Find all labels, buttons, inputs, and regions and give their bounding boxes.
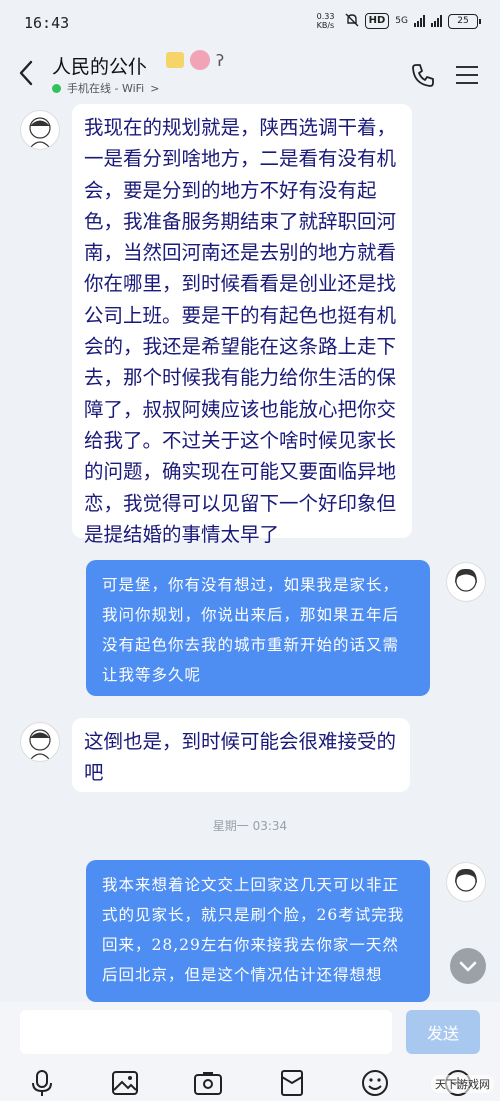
message-bubble-outgoing[interactable]: 可是堡，你有没有想过，如果我是家长，我问你规划，你说出来后，那如果五年后没有起色… — [86, 560, 430, 696]
phone-icon[interactable] — [410, 62, 436, 92]
cake-icon — [190, 50, 210, 70]
input-toolbar — [0, 1064, 500, 1101]
watermark-logo: 天下游戏网 — [431, 1075, 494, 1093]
contact-avatar[interactable] — [20, 110, 60, 150]
red-packet-icon[interactable] — [277, 1068, 307, 1098]
back-arrow-icon[interactable] — [14, 58, 38, 88]
status-time: 16:43 — [24, 14, 70, 32]
online-status[interactable]: 手机在线 - WiFi > — [52, 80, 159, 96]
hd-badge: HD — [364, 13, 390, 29]
online-status-text: 手机在线 - WiFi — [67, 82, 145, 95]
battery-icon: 25 — [448, 13, 481, 29]
chevron-down-icon — [459, 961, 477, 972]
chat-header: 人民的公仆 ʔ 手机在线 - WiFi > — [0, 44, 500, 106]
message-timestamp: 星期一 03:34 — [212, 819, 288, 833]
chevron-right-icon: > — [150, 81, 160, 95]
scroll-to-bottom-button[interactable] — [450, 948, 486, 984]
message-bubble-outgoing[interactable]: 我本来想着论文交上回家这几天可以非正式的见家长，就只是刷个脸，26考试完我回来，… — [86, 860, 430, 1002]
message-bubble-incoming[interactable]: 这倒也是，到时候可能会很难接受的吧 — [72, 718, 410, 792]
network-type: 5G — [395, 16, 408, 26]
image-icon[interactable] — [110, 1068, 140, 1098]
status-icons: 0.33 KB/s HD 5G 25 — [316, 12, 481, 30]
signal-icon — [414, 15, 425, 27]
mute-icon — [345, 13, 359, 30]
menu-icon[interactable] — [456, 66, 478, 90]
emoji-icon[interactable] — [360, 1068, 390, 1098]
network-speed: 0.33 KB/s — [316, 12, 335, 30]
send-button[interactable]: 发送 — [406, 1010, 480, 1054]
ear-icon: ʔ — [216, 50, 225, 70]
crown-icon — [166, 52, 184, 68]
camera-icon[interactable] — [193, 1068, 223, 1098]
my-avatar[interactable] — [446, 562, 486, 602]
signal-icon-2 — [431, 15, 442, 27]
message-input[interactable] — [20, 1010, 392, 1054]
my-avatar[interactable] — [446, 862, 486, 902]
title-decorations: ʔ — [166, 50, 224, 70]
input-area: 发送 — [0, 1002, 500, 1101]
contact-avatar[interactable] — [20, 722, 60, 762]
online-dot-icon — [52, 83, 61, 93]
message-bubble-incoming[interactable]: 我现在的规划就是，陕西选调干着，一是看分到啥地方，二是看有没有机会，要是分到的地… — [72, 104, 412, 546]
status-bar: 16:43 0.33 KB/s HD 5G 25 — [0, 0, 500, 44]
microphone-icon[interactable] — [27, 1068, 57, 1098]
contact-name[interactable]: 人民的公仆 — [52, 52, 147, 79]
